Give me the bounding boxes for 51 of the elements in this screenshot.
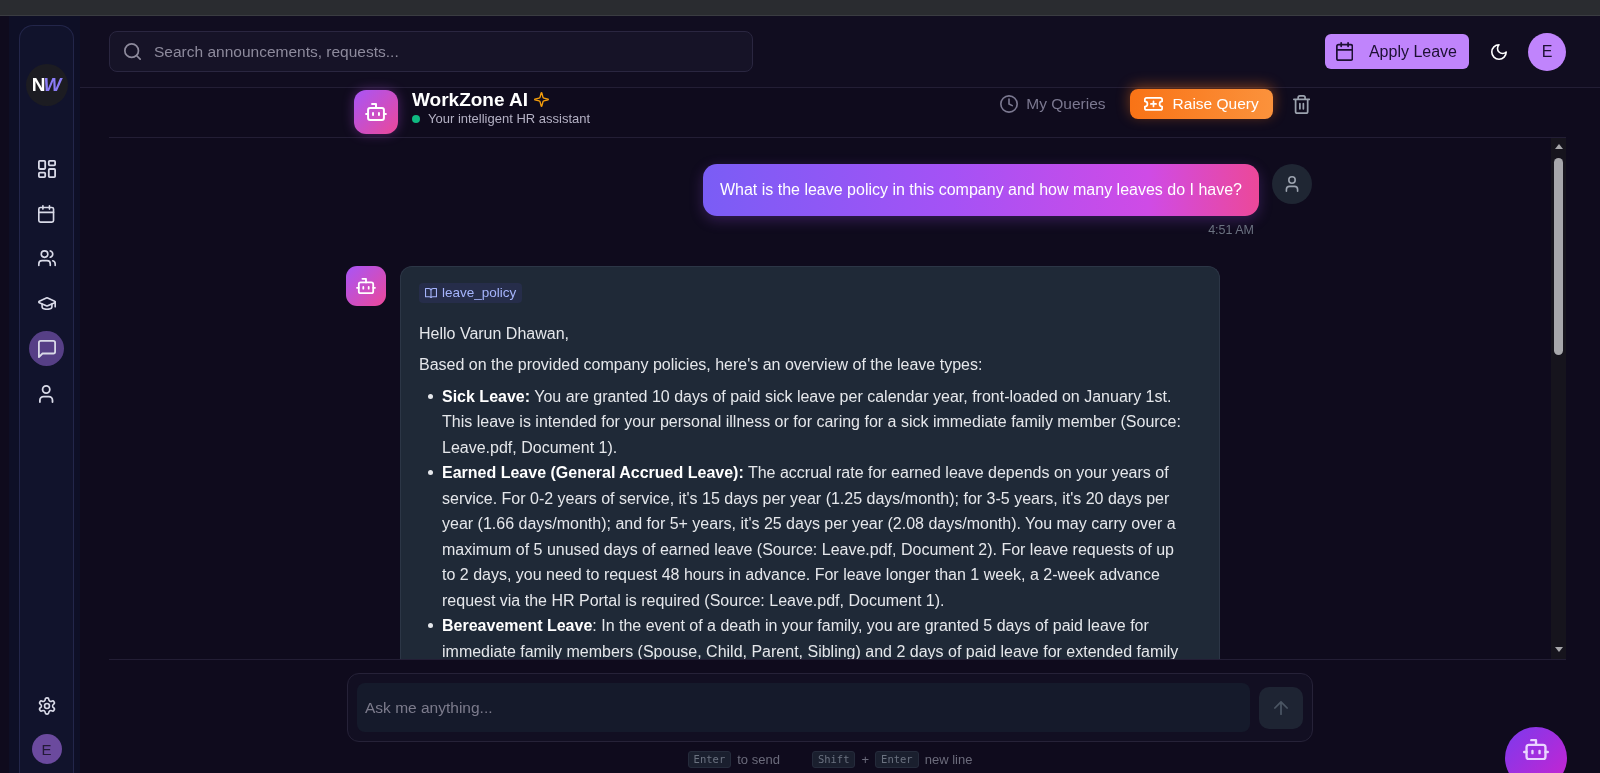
list-item-text: Earned Leave (General Accrued Leave): The accrual rate for earned leave depends on your years of service. For 0-2 years of service, it's 15 days per year (1.25 days/month); for 3-5 years, it's 20 days per year (1.66 days/month); and for 5+ years, it's 25 days per year (2.08 days/month). You may carry over a maximum of 5 unused days of earned leave (Source: Leave.pdf, Document 2). For leave requests of up to 2 days, you need to request 48 hours in advance. For leave longer than 1 week, a 2-week advance request via the HR Portal is required (Source: Leave.pdf, Document 1).	[442, 463, 1177, 611]
scrollbar-thumb[interactable]	[1554, 158, 1563, 355]
assistant-launcher-button[interactable]	[1505, 727, 1567, 773]
settings-icon[interactable]	[37, 697, 56, 715]
message-text: Based on the provided company policies, here's an overview of the leave types:	[419, 355, 984, 375]
ticket-icon	[1143, 97, 1163, 111]
calendar-icon	[38, 204, 55, 223]
apply-leave-button[interactable]: Apply Leave	[1324, 34, 1469, 69]
user-avatar-icon	[1272, 164, 1312, 204]
search-icon	[124, 43, 141, 60]
trash-icon[interactable]	[1292, 94, 1310, 114]
person-icon	[39, 384, 54, 403]
source-text: leave_policy	[442, 284, 517, 302]
my-queries-button[interactable]: My Queries	[1000, 95, 1106, 113]
search-field[interactable]: Search announcements, requests...	[109, 31, 753, 72]
hint-text: new line	[924, 751, 973, 768]
message-input[interactable]: Ask me anything...	[357, 683, 1250, 732]
bot-avatar-icon	[354, 90, 398, 134]
greeting-text: Hello Varun Dhawan,	[419, 323, 570, 344]
list-item-text: Bereavement Leave: In the event of a death in your family, you are granted 5 days of paid leave for immediate family members (Spouse, Child, Parent, Sibling) and 2 days of paid leave for extended family	[442, 616, 1180, 659]
bot-icon	[1523, 739, 1549, 761]
avatar[interactable]: E	[1528, 32, 1566, 71]
keyboard-key: Shift	[811, 751, 856, 768]
message-time: 4:51 AM	[1208, 222, 1254, 238]
scroll-down-icon[interactable]	[1554, 647, 1563, 652]
scrollbar[interactable]	[1551, 138, 1566, 659]
scroll-up-icon[interactable]	[1554, 144, 1563, 149]
logo[interactable]: NW	[25, 64, 68, 106]
keyboard-key: Enter	[875, 751, 919, 768]
user-message-bubble: What is the leave policy in this company and how many leaves do I have?	[702, 164, 1259, 216]
bullet-icon	[428, 393, 433, 399]
bullet-icon	[428, 470, 433, 475]
clock-icon	[1000, 95, 1019, 113]
graduation-cap-icon	[37, 296, 56, 311]
sparkle-icon	[534, 92, 550, 107]
calendar-icon	[1335, 42, 1353, 61]
keyboard-key: Enter	[687, 751, 732, 768]
people-icon	[37, 250, 56, 267]
chat-subtitle: Your intelligent HR assistant	[428, 111, 591, 127]
book-icon	[425, 287, 437, 299]
chat-icon	[37, 339, 56, 358]
hint-text: +	[861, 751, 870, 768]
nav-button[interactable]	[29, 331, 64, 366]
hint-text: to send	[737, 751, 780, 768]
arrow-up-icon	[1274, 700, 1288, 715]
list-item-text: Sick Leave: You are granted 10 days of paid sick leave per calendar year, front-loaded on January 1st. This leave is intended for your personal illness or for caring for a sick immediate family member (Source: Leave.pdf, Document 1).	[442, 386, 1182, 458]
theme-toggle-icon[interactable]	[1491, 43, 1507, 60]
bullet-icon	[428, 623, 433, 628]
chat-title: WorkZone AI	[412, 89, 529, 110]
bot-avatar-icon	[346, 266, 386, 306]
dashboard-icon	[37, 159, 56, 178]
